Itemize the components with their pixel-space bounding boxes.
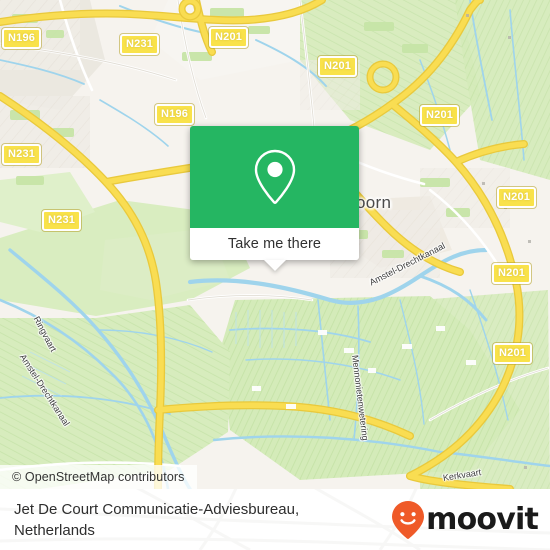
take-me-there-label: Take me there xyxy=(227,236,322,252)
road-shield: N231 xyxy=(120,34,160,55)
road-shield: N201 xyxy=(420,105,460,126)
road-shield: N201 xyxy=(497,187,537,208)
moovit-wordmark: moovit xyxy=(426,502,539,537)
card-pointer xyxy=(263,260,286,271)
road-shield: N231 xyxy=(42,210,82,231)
road-shield: N201 xyxy=(493,343,533,364)
map-canvas[interactable]: N196 N231 N201 N201 N196 N231 N201 N231 N201 N201… xyxy=(0,0,550,489)
card-action-area[interactable]: Take me there xyxy=(190,228,359,271)
road-shield: N196 xyxy=(2,28,42,49)
town-label: oorn xyxy=(356,193,392,212)
road-shield: N231 xyxy=(2,144,42,165)
place-title: Jet De Court Communicatie-Adviesbureau, … xyxy=(14,500,300,539)
card-image-area xyxy=(190,126,359,228)
map-attribution[interactable]: © OpenStreetMap contributors xyxy=(0,465,197,489)
road-shield: N201 xyxy=(318,56,358,77)
footer-bar: Jet De Court Communicatie-Adviesbureau, … xyxy=(0,489,550,550)
road-shield: N201 xyxy=(209,27,249,48)
place-info-card[interactable]: Take me there xyxy=(190,126,359,271)
attribution-text: © OpenStreetMap contributors xyxy=(12,470,185,484)
moovit-logo[interactable]: moovit xyxy=(391,500,539,540)
road-shield: N196 xyxy=(155,104,195,125)
moovit-smiley-pin-icon xyxy=(392,500,425,539)
road-shield: N201 xyxy=(492,263,532,284)
location-pin-icon xyxy=(254,149,295,204)
